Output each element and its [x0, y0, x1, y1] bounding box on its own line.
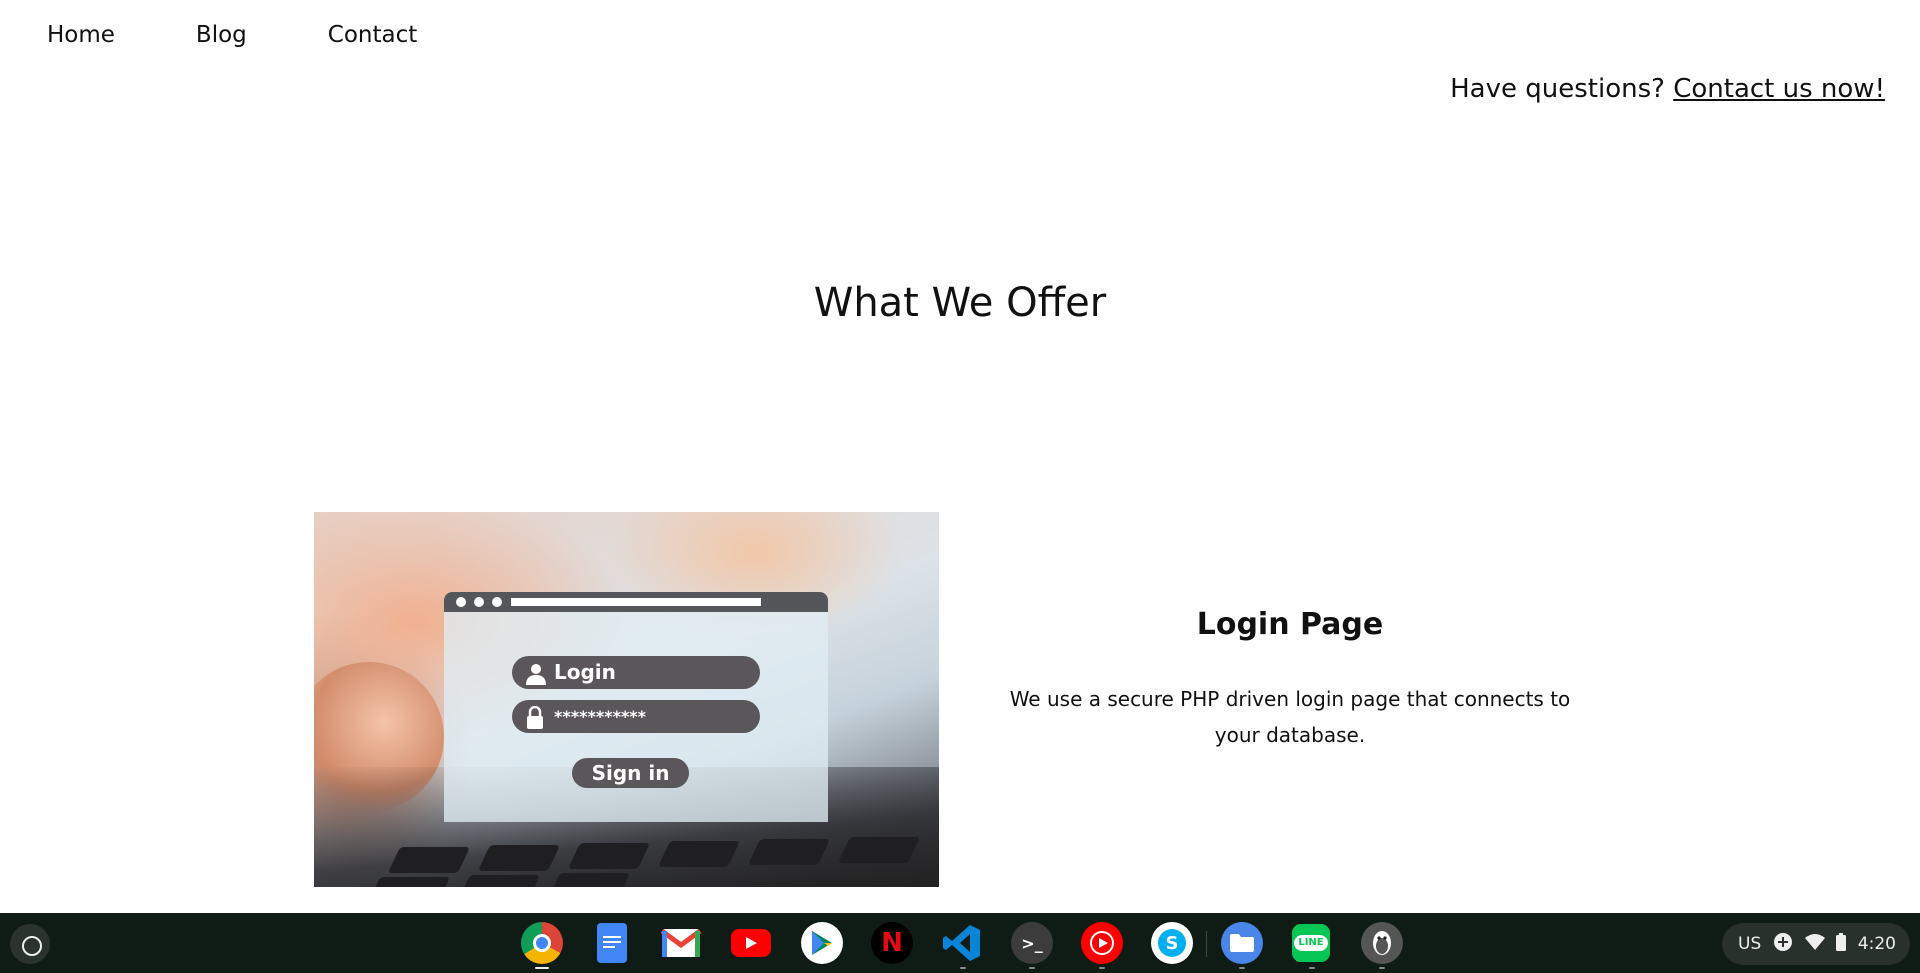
add-icon: [1773, 932, 1793, 957]
youtube-music-icon[interactable]: [1081, 922, 1123, 964]
contact-question-text: Have questions?: [1450, 74, 1674, 104]
nav-blog-link[interactable]: Blog: [196, 18, 247, 52]
mockup-login-field: Login: [512, 656, 760, 689]
mockup-signin-button: Sign in: [572, 758, 689, 788]
mockup-title-bar: [444, 592, 828, 612]
mockup-password-field: ***********: [512, 700, 760, 733]
status-tray[interactable]: US 4:20: [1722, 923, 1910, 965]
feature-title: Login Page: [1196, 607, 1384, 642]
clock: 4:20: [1857, 934, 1896, 954]
login-mockup-window: Login *********** Sign in: [444, 592, 828, 822]
vscode-icon[interactable]: [941, 922, 983, 964]
line-icon[interactable]: LINE: [1292, 924, 1330, 962]
youtube-icon[interactable]: [731, 929, 771, 957]
gmail-icon[interactable]: [660, 922, 702, 964]
section-title: What We Offer: [813, 280, 1107, 326]
os-shelf: N >_ S LINE US 4:20: [0, 913, 1920, 973]
netflix-icon[interactable]: N: [871, 922, 913, 964]
user-icon: [526, 662, 546, 695]
battery-icon: [1836, 932, 1847, 956]
lock-icon: [526, 705, 544, 741]
feature-image: Login *********** Sign in: [314, 512, 939, 887]
skype-icon[interactable]: S: [1151, 922, 1193, 964]
nav-contact-link[interactable]: Contact: [328, 18, 417, 52]
terminal-icon[interactable]: >_: [1011, 922, 1053, 964]
nav-home-link[interactable]: Home: [47, 18, 115, 52]
feature-description: We use a secure PHP driven login page th…: [1009, 687, 1571, 747]
launcher-button[interactable]: [10, 924, 50, 964]
top-nav: Home Blog Contact: [47, 18, 498, 52]
linux-penguin-icon[interactable]: [1361, 922, 1403, 964]
files-icon[interactable]: [1221, 922, 1263, 964]
contact-us-link[interactable]: Contact us now!: [1673, 74, 1885, 104]
contact-cta: Have questions? Contact us now!: [1450, 72, 1885, 106]
google-docs-icon[interactable]: [597, 923, 627, 963]
play-store-icon[interactable]: [801, 922, 843, 964]
keyboard-layout-indicator: US: [1738, 934, 1762, 954]
wifi-icon: [1804, 933, 1825, 955]
chrome-icon[interactable]: [521, 922, 563, 964]
